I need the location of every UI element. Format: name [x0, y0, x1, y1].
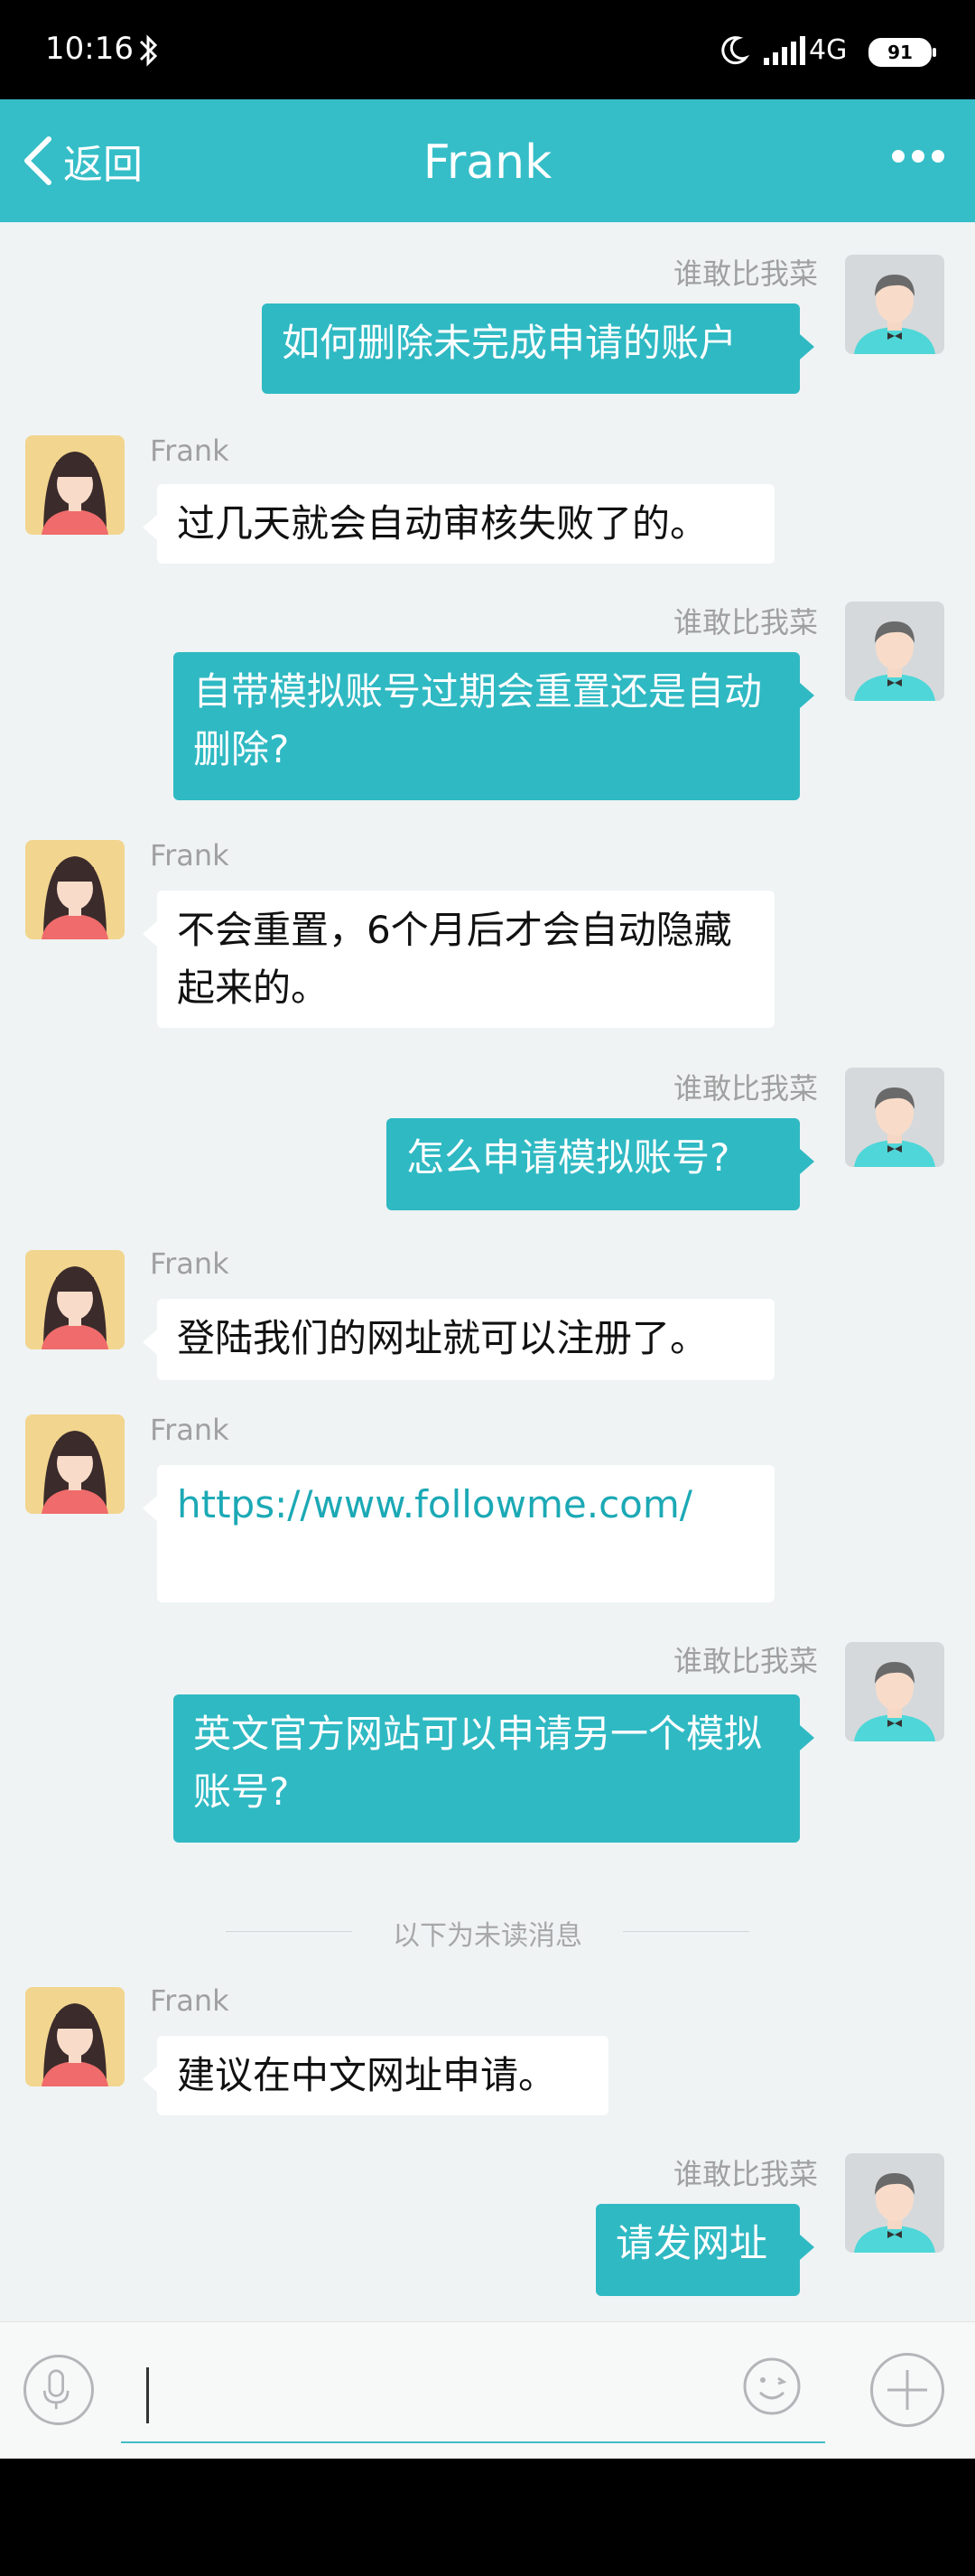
text-cursor: [146, 2367, 149, 2423]
message-link[interactable]: https://www.followme.com/: [177, 1482, 692, 1526]
microphone-icon: [42, 2369, 70, 2410]
signal-icon: [764, 36, 805, 65]
network-type: 4G: [809, 34, 848, 66]
avatar-male[interactable]: [845, 1068, 944, 1167]
sender-name: 谁敢比我菜: [673, 1071, 818, 1106]
message-bubble-incoming[interactable]: 登陆我们的网址就可以注册了。: [143, 1299, 775, 1380]
message-bubble-outgoing[interactable]: 怎么申请模拟账号?: [386, 1118, 814, 1210]
message-bubble-incoming-link[interactable]: https://www.followme.com/: [143, 1465, 775, 1602]
sender-name: 谁敢比我菜: [673, 605, 818, 639]
unread-divider-label: 以下为未读消息: [393, 1920, 582, 1952]
status-time: 10:16: [45, 31, 134, 67]
unread-divider: 以下为未读消息: [226, 1911, 749, 1952]
avatar-female[interactable]: [25, 1414, 125, 1514]
sender-name: Frank: [150, 1413, 229, 1447]
message-text-input[interactable]: [121, 2340, 825, 2443]
more-dots-icon: [892, 150, 905, 163]
battery-icon: 91: [868, 38, 936, 67]
sender-name: Frank: [150, 1246, 229, 1281]
do-not-disturb-moon-icon: [721, 36, 749, 65]
navigation-bar-area: [0, 2459, 975, 2576]
sender-name: 谁敢比我菜: [673, 1644, 818, 1678]
avatar-female[interactable]: [25, 840, 125, 939]
message-bubble-incoming[interactable]: 过几天就会自动审核失败了的。: [143, 484, 775, 564]
chat-title: Frank: [422, 135, 552, 190]
sender-name: 谁敢比我菜: [673, 257, 818, 291]
sender-name: Frank: [150, 838, 229, 873]
sender-name: Frank: [150, 434, 229, 468]
avatar-female[interactable]: [25, 435, 125, 535]
avatar-female[interactable]: [25, 1987, 125, 2086]
message-bubble-incoming[interactable]: 不会重置，6个月后才会自动隐藏起来的。: [143, 891, 775, 1028]
avatar-male[interactable]: [845, 602, 944, 701]
more-actions-button[interactable]: [870, 2353, 944, 2427]
plus-icon: [887, 2370, 927, 2410]
message-bubble-incoming[interactable]: 建议在中文网址申请。: [143, 2036, 608, 2115]
battery-level: 91: [887, 42, 913, 63]
bluetooth-icon: [139, 34, 158, 67]
more-options-button[interactable]: [892, 150, 944, 163]
sender-name: 谁敢比我菜: [673, 2157, 818, 2191]
emoji-icon[interactable]: [740, 2355, 803, 2418]
avatar-female[interactable]: [25, 1250, 125, 1349]
avatar-male[interactable]: [845, 1642, 944, 1741]
voice-input-button[interactable]: [23, 2355, 94, 2425]
message-bubble-outgoing[interactable]: 英文官方网站可以申请另一个模拟账号?: [173, 1694, 814, 1843]
message-bubble-outgoing[interactable]: 自带模拟账号过期会重置还是自动删除?: [173, 652, 814, 800]
status-bar: 10:16 4G 91: [0, 0, 975, 99]
message-bubble-outgoing[interactable]: 请发网址: [596, 2204, 814, 2296]
message-bubble-outgoing[interactable]: 如何删除未完成申请的账户: [262, 303, 814, 394]
avatar-male[interactable]: [845, 255, 944, 354]
chat-message-list[interactable]: 谁敢比我菜 如何删除未完成申请的账户 Frank 过几天就会自动审核失败了的。 …: [0, 222, 975, 2321]
avatar-male[interactable]: [845, 2153, 944, 2253]
sender-name: Frank: [150, 1983, 229, 2018]
chat-header: 返回 Frank: [0, 99, 975, 222]
message-input-bar: [0, 2321, 975, 2459]
